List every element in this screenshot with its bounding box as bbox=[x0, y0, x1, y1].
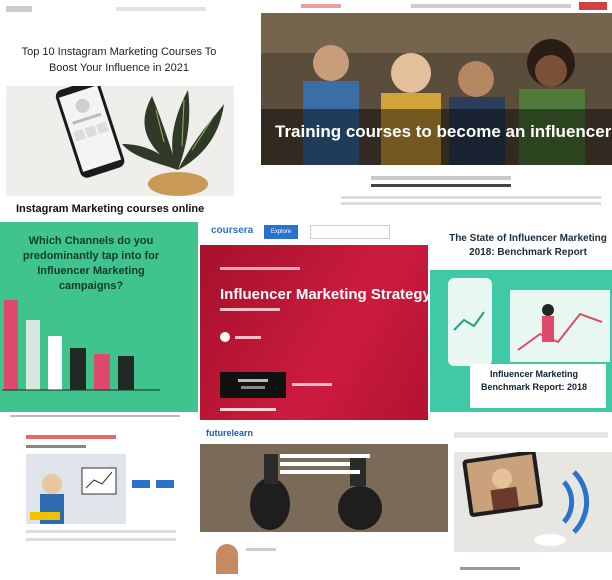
channels-chart-tile[interactable]: Which Channels do you predominantly tap … bbox=[0, 222, 198, 412]
chart-bar bbox=[48, 336, 62, 390]
course-header bbox=[26, 434, 116, 441]
tablet-illustration bbox=[454, 450, 612, 552]
report-label: Influencer Marketing Benchmark Report: 2… bbox=[480, 369, 588, 392]
tablet-course-tile[interactable] bbox=[450, 428, 612, 579]
byline-line bbox=[371, 176, 511, 180]
instructor[interactable] bbox=[220, 332, 261, 342]
article-photo bbox=[6, 79, 234, 196]
text-line bbox=[26, 538, 176, 541]
search-input[interactable] bbox=[310, 225, 390, 239]
futurelearn-logo[interactable]: futurelearn bbox=[206, 428, 253, 438]
instagram-courses-tile[interactable]: Top 10 Instagram Marketing Courses To Bo… bbox=[0, 0, 240, 218]
coursera-course-tile[interactable]: coursera Explore Influencer Marketing St… bbox=[200, 222, 428, 420]
site-header bbox=[6, 4, 236, 14]
chart-bar bbox=[94, 354, 110, 390]
hero-photo bbox=[261, 13, 612, 165]
chart-bar bbox=[70, 348, 86, 390]
headline[interactable]: Training courses to become an influencer… bbox=[275, 122, 612, 142]
course-rating bbox=[220, 307, 280, 313]
chart-bar bbox=[118, 356, 134, 390]
futurelearn-tile[interactable]: futurelearn bbox=[200, 424, 448, 579]
tablet-photo bbox=[454, 450, 612, 552]
breadcrumb[interactable] bbox=[220, 266, 300, 272]
author-name bbox=[246, 548, 276, 551]
people-photo bbox=[261, 13, 612, 165]
chart-bar bbox=[26, 320, 40, 390]
coursera-logo[interactable]: coursera bbox=[211, 225, 253, 236]
body-text-line bbox=[341, 202, 601, 205]
video-thumbnail bbox=[26, 454, 126, 524]
photo-caption bbox=[460, 566, 520, 572]
enrolled-count bbox=[220, 407, 276, 413]
enroll-button[interactable] bbox=[220, 372, 286, 398]
course-title: Influencer Marketing Strategy bbox=[220, 286, 428, 303]
article-title[interactable]: Top 10 Instagram Marketing Courses To Bo… bbox=[8, 44, 230, 76]
report-title[interactable]: The State of Influencer Marketing 2018: … bbox=[444, 232, 612, 260]
try-button[interactable] bbox=[156, 480, 174, 488]
benchmark-report-tile[interactable]: The State of Influencer Marketing 2018: … bbox=[430, 222, 612, 412]
body-text-line bbox=[341, 196, 601, 199]
phone-plant-illustration bbox=[6, 79, 234, 196]
chart-bar bbox=[4, 300, 18, 390]
financial-aid-link[interactable] bbox=[292, 382, 332, 388]
avatar bbox=[216, 544, 238, 574]
enroll-button[interactable] bbox=[132, 480, 150, 488]
course-subtitle bbox=[26, 444, 86, 450]
video-player[interactable] bbox=[26, 454, 126, 524]
photo-overlay-text bbox=[280, 454, 390, 474]
text-line bbox=[26, 530, 176, 533]
site-nav bbox=[454, 432, 608, 438]
explore-button[interactable]: Explore bbox=[264, 225, 298, 239]
article-caption[interactable]: Instagram Marketing courses online bbox=[16, 203, 204, 215]
channels-bar-chart bbox=[2, 300, 160, 391]
source-caption bbox=[10, 413, 180, 419]
influencer-training-tile[interactable]: Training courses to become an influencer… bbox=[261, 0, 612, 220]
site-nav bbox=[261, 0, 612, 12]
video-course-tile[interactable] bbox=[20, 430, 188, 580]
subline bbox=[371, 184, 511, 187]
